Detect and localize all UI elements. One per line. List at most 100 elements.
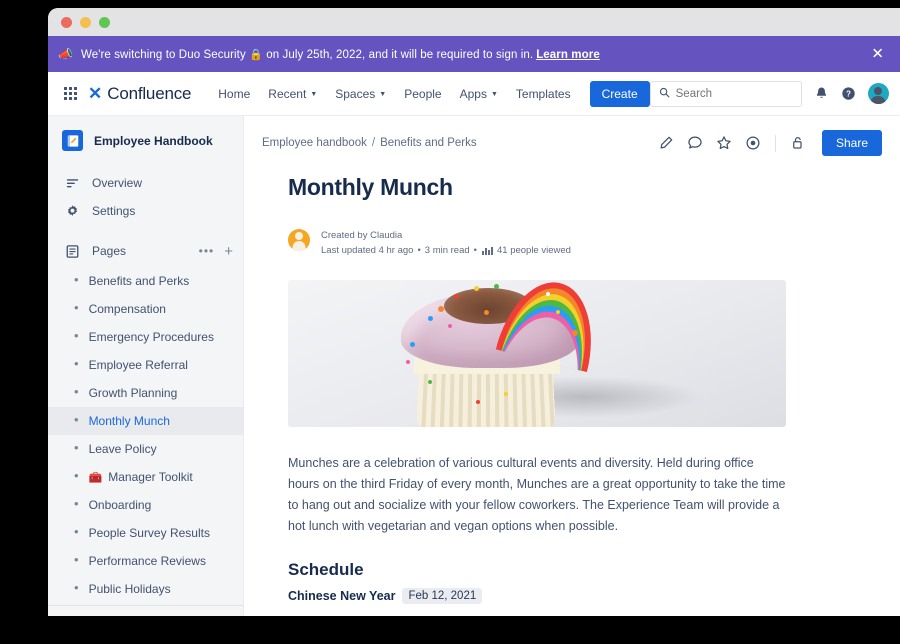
page-title: Monthly Munch — [288, 174, 453, 200]
window-maximize-button[interactable] — [99, 16, 110, 28]
nav-item-label: Recent — [268, 86, 307, 101]
learn-more-link[interactable]: Learn more — [536, 49, 600, 61]
confluence-logo[interactable]: ✕ Confluence — [88, 84, 191, 104]
page-item-label: Onboarding — [88, 498, 152, 512]
last-updated-label: Last updated 4 hr ago — [321, 244, 414, 256]
top-navigation-bar: ✕ Confluence Home Recent ▼ Spaces ▼ Peop… — [48, 72, 900, 116]
bell-icon[interactable] — [814, 86, 829, 101]
breadcrumb-parent[interactable]: Employee handbook — [262, 137, 367, 149]
page-item-label: Growth Planning — [88, 386, 178, 400]
read-time-label: 3 min read — [424, 244, 470, 256]
add-page-icon[interactable]: + — [224, 244, 233, 259]
search-input[interactable] — [675, 87, 793, 100]
nav-item-label: Home — [218, 86, 251, 101]
confluence-logo-text: Confluence — [107, 83, 192, 103]
page-item-label: Monthly Munch — [88, 414, 170, 428]
analytics-icon — [481, 247, 493, 256]
app-switcher-icon[interactable] — [64, 86, 77, 102]
sidebar-section-pages[interactable]: Pages ••• + — [48, 233, 243, 265]
megaphone-icon: 📣 — [58, 47, 73, 61]
nav-item-apps[interactable]: Apps ▼ — [451, 82, 507, 106]
lock-icon: 🔒 — [249, 48, 263, 61]
create-button[interactable]: Create — [589, 80, 650, 107]
search-icon — [659, 87, 670, 101]
page-item-employee-referral[interactable]: • Employee Referral — [48, 351, 243, 379]
page-tree: • Benefits and Perks • Compensation • Em… — [48, 265, 243, 616]
edit-icon[interactable] — [658, 135, 674, 151]
page-item-performance-reviews[interactable]: • Performance Reviews — [48, 547, 243, 575]
views-label[interactable]: 41 people viewed — [497, 244, 571, 259]
nav-item-home[interactable]: Home — [209, 82, 259, 106]
body-area: Employee Handbook Overview Settings Page… — [48, 116, 900, 616]
page-item-people-survey-results[interactable]: • People Survey Results — [48, 519, 243, 547]
page-item-label: Performance Reviews — [88, 554, 206, 568]
action-divider — [774, 134, 776, 152]
author-avatar[interactable] — [288, 229, 310, 251]
nav-item-label: Templates — [515, 86, 571, 101]
schedule-row: Chinese New Year Feb 12, 2021 — [288, 588, 866, 605]
help-icon[interactable]: ? — [841, 86, 856, 101]
nav-items: Home Recent ▼ Spaces ▼ People Apps ▼ Tem… — [209, 80, 650, 107]
breadcrumb-separator: / — [371, 137, 376, 149]
nav-item-people[interactable]: People — [395, 82, 450, 106]
document-body: Monthly Munch Created by Claudia Last up… — [244, 166, 900, 616]
page-item-monthly-munch[interactable]: • Monthly Munch — [48, 407, 243, 435]
page-content: Employee handbook / Benefits and Perks S… — [244, 116, 900, 616]
banner-text-after: on July 25th, 2022, and it will be requi… — [266, 48, 534, 61]
chevron-down-icon: ▼ — [310, 91, 318, 98]
pages-icon — [64, 243, 80, 259]
schedule-event-name: Chinese New Year — [288, 589, 396, 604]
breadcrumb: Employee handbook / Benefits and Perks — [262, 137, 477, 149]
star-icon[interactable] — [716, 135, 732, 151]
browser-window: 📣 We're switching to Duo Security 🔒 on J… — [48, 8, 900, 616]
space-name: Employee Handbook — [94, 133, 213, 148]
nav-item-spaces[interactable]: Spaces ▼ — [326, 82, 395, 106]
page-item-leave-policy[interactable]: • Leave Policy — [48, 435, 243, 463]
share-button[interactable]: Share — [821, 130, 882, 156]
confluence-logo-icon: ✕ — [88, 84, 103, 103]
schedule-heading: Schedule — [288, 560, 364, 580]
banner-message: We're switching to Duo Security 🔒 on Jul… — [81, 48, 600, 61]
nav-item-recent[interactable]: Recent ▼ — [259, 82, 326, 106]
sidebar-item-archived-pages[interactable]: Archived pages — [48, 605, 243, 616]
close-icon[interactable]: ✕ — [871, 47, 884, 62]
avatar[interactable] — [867, 83, 889, 104]
meta-separator: • — [417, 244, 421, 256]
breadcrumb-current[interactable]: Benefits and Perks — [380, 137, 477, 149]
nav-item-label: Apps — [459, 86, 487, 101]
page-item-manager-toolkit[interactable]: • 🧰 Manager Toolkit — [48, 463, 243, 491]
page-item-label: Benefits and Perks — [88, 274, 190, 288]
page-item-growth-planning[interactable]: • Growth Planning — [48, 379, 243, 407]
page-actions: Share — [658, 130, 882, 156]
space-header[interactable]: Employee Handbook — [48, 116, 243, 163]
nav-item-templates[interactable]: Templates — [507, 82, 580, 106]
pages-section-actions: ••• + — [199, 244, 233, 259]
screenshot-viewport: 📣 We're switching to Duo Security 🔒 on J… — [0, 0, 900, 644]
page-item-label: Emergency Procedures — [88, 330, 214, 344]
svg-text:?: ? — [846, 90, 851, 99]
metadata-details: Last updated 4 hr ago • 3 min read • 41 … — [321, 244, 571, 259]
window-close-button[interactable] — [61, 16, 72, 28]
page-item-public-holidays[interactable]: • Public Holidays — [48, 575, 243, 603]
announcement-banner: 📣 We're switching to Duo Security 🔒 on J… — [48, 36, 900, 72]
search-box[interactable] — [649, 80, 802, 107]
page-item-onboarding[interactable]: • Onboarding — [48, 491, 243, 519]
banner-text-before: We're switching to Duo Security — [80, 48, 246, 61]
page-item-compensation[interactable]: • Compensation — [48, 295, 243, 323]
schedule-date-chip[interactable]: Feb 12, 2021 — [402, 588, 483, 605]
sidebar-nav-list: Overview Settings — [48, 163, 243, 225]
chevron-down-icon: ▼ — [379, 91, 387, 98]
more-options-icon[interactable]: ••• — [199, 245, 215, 257]
page-item-benefits-and-perks[interactable]: • Benefits and Perks — [48, 267, 243, 295]
nav-right-cluster: ? — [649, 80, 889, 107]
comment-icon[interactable] — [687, 135, 703, 151]
restrictions-icon[interactable] — [790, 135, 806, 151]
page-item-label: People Survey Results — [88, 526, 210, 540]
sidebar-item-overview[interactable]: Overview — [48, 169, 243, 197]
watch-icon[interactable] — [745, 135, 761, 151]
gear-icon — [64, 203, 80, 219]
page-item-emergency-procedures[interactable]: • Emergency Procedures — [48, 323, 243, 351]
window-minimize-button[interactable] — [80, 16, 91, 28]
sidebar-item-settings[interactable]: Settings — [48, 197, 243, 225]
hero-image — [288, 280, 786, 428]
